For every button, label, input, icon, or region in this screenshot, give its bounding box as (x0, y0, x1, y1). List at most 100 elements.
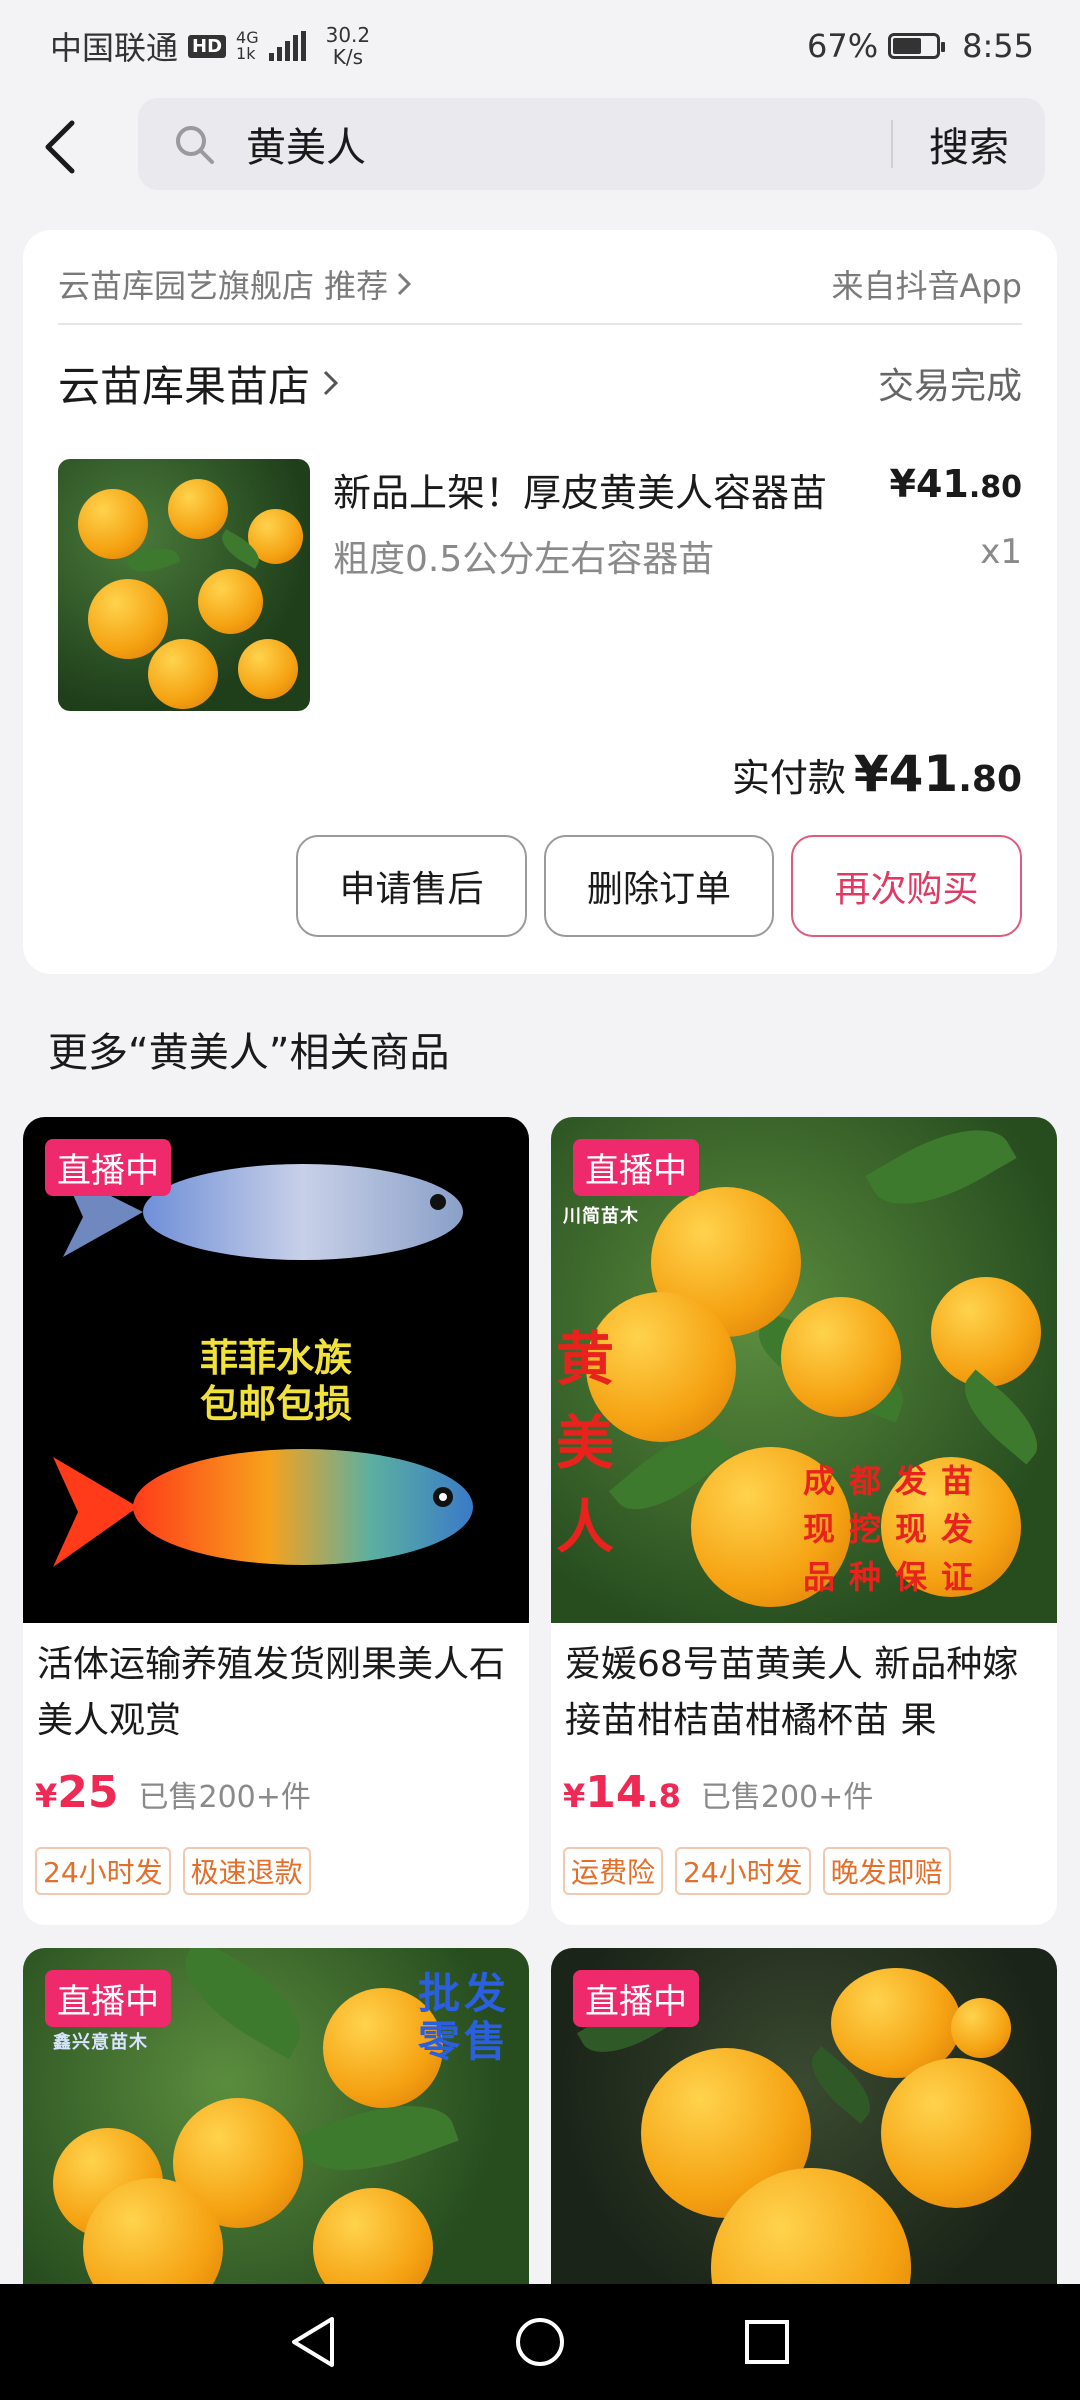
product-image[interactable]: 直播中 菲菲水族 包邮包损 (23, 1117, 529, 1623)
product-card[interactable]: 直播中 菲菲水族 包邮包损 活体运输养殖发货刚果美人石美人观赏 ¥25 已售20… (23, 1117, 529, 1925)
nav-back-button[interactable] (283, 2312, 343, 2372)
image-vertical-char: 美 (555, 1409, 614, 1477)
image-text-block: 批发 零售 (418, 1970, 510, 2066)
network-speed: 30.2 K/s (326, 24, 371, 68)
product-card-price: ¥14.8 (563, 1767, 681, 1818)
nav-home-button[interactable] (510, 2312, 570, 2372)
product-price-dec: .80 (968, 470, 1022, 505)
service-tag: 极速退款 (182, 1847, 311, 1895)
paid-amount: 实付款 ¥41.80 (732, 745, 1022, 803)
back-arrow-icon (45, 120, 75, 174)
image-logo: 川简苗木 (563, 1206, 639, 1227)
price-currency: ¥ (563, 1777, 586, 1815)
live-badge: 直播中 (573, 1970, 699, 2027)
product-price-int: ¥41 (889, 462, 969, 506)
chevron-right-icon (398, 272, 412, 296)
search-box[interactable]: 黄美人 搜索 (138, 98, 1045, 190)
product-thumbnail[interactable] (58, 459, 310, 711)
product-image[interactable]: 直播中 (551, 1948, 1057, 2288)
price-int: 25 (57, 1767, 119, 1818)
image-caption: 菲菲水族 包邮包损 (23, 1335, 529, 1427)
store-recommend-text: 云苗库园艺旗舰店 推荐 (58, 267, 389, 305)
sold-count: 已售200+件 (700, 1780, 874, 1815)
product-card[interactable]: 直播中 川简苗木 黄 美 人 成都发苗 现挖现发 品种保证 爱媛68号苗黄美人 … (551, 1117, 1057, 1925)
service-tag: 晚发即赔 (822, 1847, 951, 1895)
related-section-title: 更多“黄美人”相关商品 (48, 1030, 450, 1076)
speed-unit: K/s (332, 45, 364, 69)
service-tag: 运费险 (563, 1847, 664, 1895)
live-badge: 直播中 (573, 1139, 699, 1196)
shop-name: 云苗库果苗店 (58, 361, 311, 411)
image-text-block: 成都发苗 现挖现发 品种保证 (803, 1457, 987, 1601)
back-button[interactable] (0, 92, 120, 202)
chevron-right-icon (323, 370, 339, 396)
nav-recents-button[interactable] (737, 2312, 797, 2372)
product-image[interactable]: 直播中 川简苗木 黄 美 人 成都发苗 现挖现发 品种保证 (551, 1117, 1057, 1623)
image-logo: 鑫兴意苗木 (53, 2032, 148, 2053)
price-dec: .8 (646, 1777, 681, 1815)
system-nav-bar (0, 2284, 1080, 2400)
nav-home-icon (515, 2318, 564, 2366)
price-int: 14 (585, 1767, 647, 1818)
image-text-line: 现挖现发 (803, 1510, 988, 1548)
service-tag: 24小时发 (35, 1847, 171, 1895)
product-spec: 粗度0.5公分左右容器苗 (333, 539, 715, 580)
image-text-line: 成都发苗 (803, 1462, 988, 1500)
order-source: 来自抖音App (831, 267, 1022, 305)
battery-icon (888, 33, 946, 59)
product-card-title[interactable]: 爱媛68号苗黄美人 新品种嫁接苗柑桔苗柑橘杯苗 果 (565, 1637, 1043, 1749)
sold-count: 已售200+件 (138, 1780, 311, 1815)
speed-value: 30.2 (325, 23, 371, 47)
service-tag: 24小时发 (675, 1847, 811, 1895)
image-vertical-text: 黄 美 人 (555, 1317, 615, 1569)
order-card[interactable]: 云苗库园艺旗舰店 推荐 来自抖音App 云苗库果苗店 交易完成 新品上架！厚皮黄… (23, 230, 1057, 974)
image-vertical-char: 黄 (555, 1325, 614, 1393)
product-card[interactable]: 直播中 (551, 1948, 1057, 2288)
live-badge: 直播中 (45, 1970, 171, 2027)
product-card-title[interactable]: 活体运输养殖发货刚果美人石美人观赏 (37, 1637, 515, 1749)
store-recommend-link[interactable]: 云苗库园艺旗舰店 推荐 (58, 261, 412, 307)
rebuy-button[interactable]: 再次购买 (791, 835, 1022, 937)
image-vertical-char: 人 (555, 1493, 614, 1561)
image-caption-line: 菲菲水族 (199, 1336, 352, 1380)
network-sub-label: 1k (236, 44, 256, 63)
order-card-top: 云苗库园艺旗舰店 推荐 来自抖音App (58, 254, 1022, 314)
battery-percent: 67% (807, 27, 879, 65)
hd-badge: HD (188, 34, 227, 58)
tag-list: 运费险 24小时发 晚发即赔 (563, 1847, 951, 1895)
paid-label: 实付款 (731, 756, 846, 800)
after-sale-button[interactable]: 申请售后 (296, 835, 527, 937)
divider (58, 323, 1022, 325)
product-price: ¥41.80 (890, 462, 1022, 506)
product-title[interactable]: 新品上架！厚皮黄美人容器苗 (333, 462, 853, 517)
shop-link[interactable]: 云苗库果苗店 (58, 353, 340, 414)
delete-order-button[interactable]: 删除订单 (544, 835, 774, 937)
search-input[interactable]: 黄美人 (246, 115, 891, 173)
nav-recents-icon (744, 2320, 789, 2364)
price-row: ¥14.8 已售200+件 (563, 1767, 873, 1818)
product-image[interactable]: 直播中 鑫兴意苗木 批发 零售 (23, 1948, 529, 2288)
paid-dec: .80 (958, 759, 1022, 800)
product-quantity: x1 (980, 532, 1022, 572)
paid-int: ¥41 (853, 745, 959, 803)
clock: 8:55 (962, 27, 1034, 65)
search-header: 黄美人 搜索 (0, 92, 1080, 202)
image-text-line: 零售 (418, 2017, 511, 2066)
paid-value: ¥41.80 (854, 745, 1022, 803)
search-button[interactable]: 搜索 (893, 115, 1045, 173)
order-status: 交易完成 (877, 366, 1022, 407)
signal-icon (268, 31, 306, 61)
image-caption-line: 包邮包损 (199, 1382, 352, 1426)
status-bar: 中国联通 HD 4G 1k 30.2 K/s 67% 8:55 (0, 0, 1080, 92)
tag-list: 24小时发 极速退款 (35, 1847, 311, 1895)
nav-back-icon (292, 2317, 335, 2367)
order-actions: 申请售后 删除订单 再次购买 (296, 835, 1022, 937)
shop-row: 云苗库果苗店 交易完成 (58, 348, 1022, 418)
image-text-line: 品种保证 (803, 1558, 988, 1596)
price-row: ¥25 已售200+件 (35, 1767, 311, 1818)
status-left: 中国联通 HD 4G 1k 30.2 K/s (50, 23, 370, 69)
product-card[interactable]: 直播中 鑫兴意苗木 批发 零售 (23, 1948, 529, 2288)
carrier-name: 中国联通 (50, 29, 179, 67)
network-type: 4G 1k (236, 30, 259, 62)
image-text-line: 批发 (418, 1969, 511, 2018)
